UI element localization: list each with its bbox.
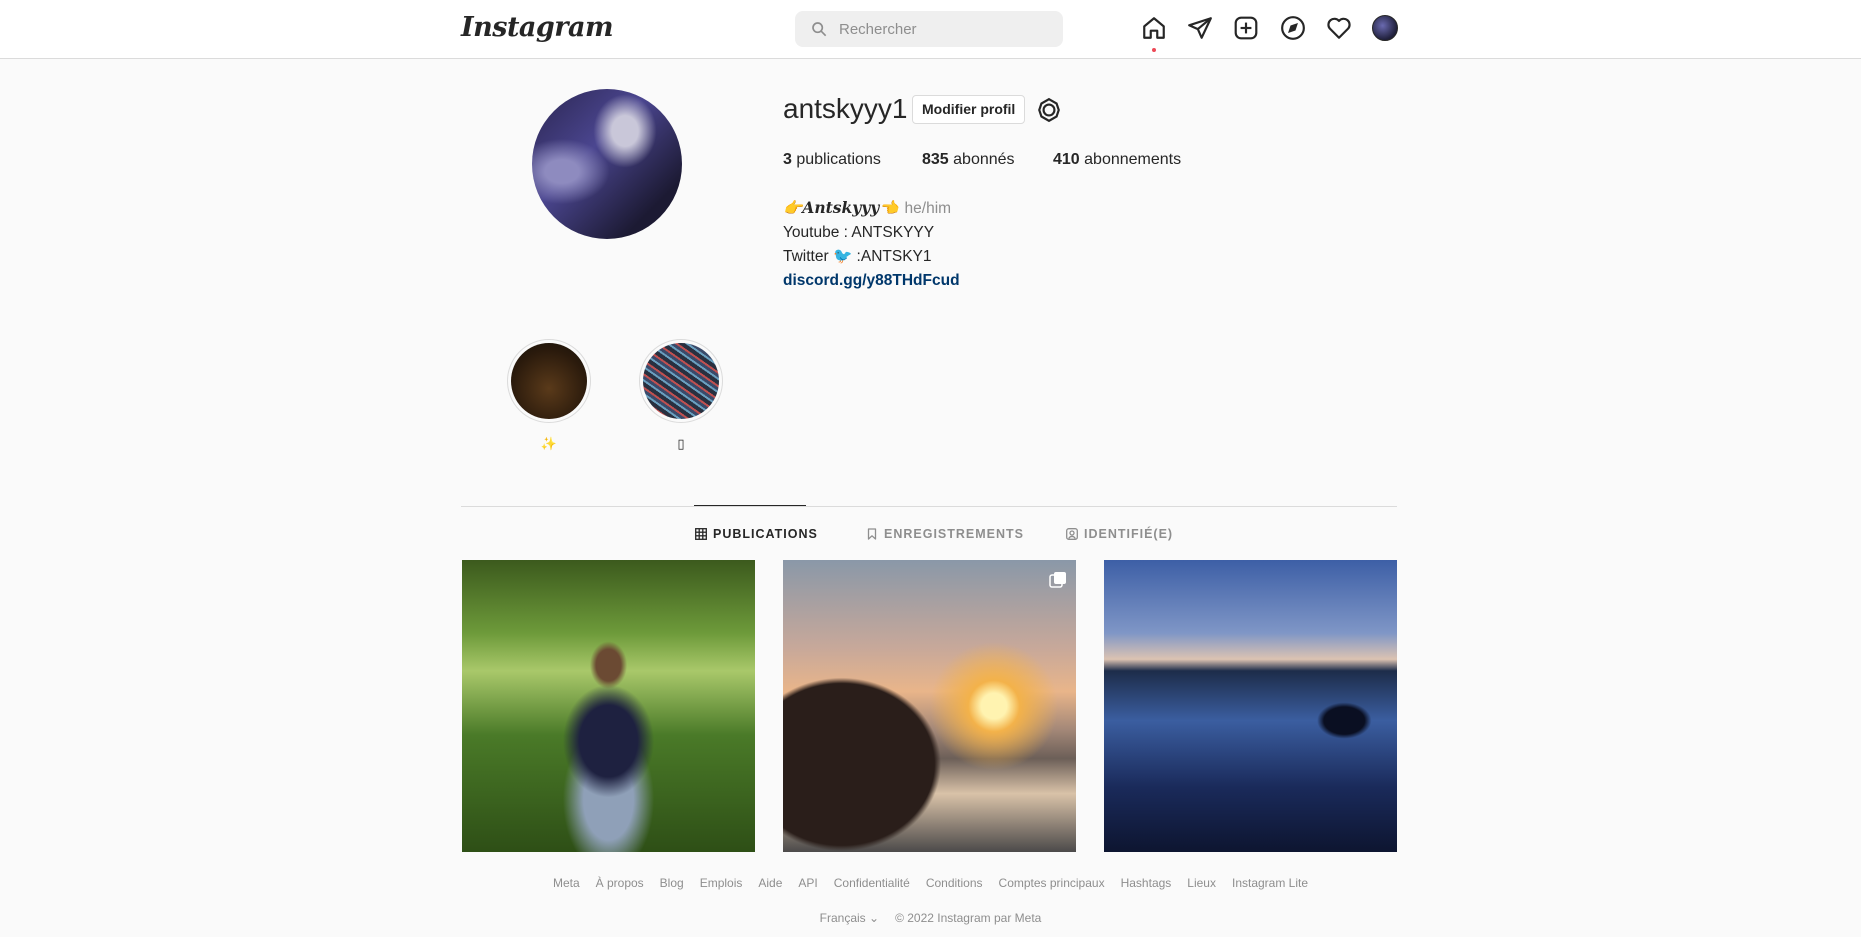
story-highlight[interactable]: ▯ bbox=[639, 339, 723, 452]
highlight-label: ▯ bbox=[677, 436, 685, 451]
followers-count-label: abonnés bbox=[948, 151, 1015, 168]
profile-bio: 👉𝑨𝒏𝒕𝒔𝒌𝒚𝒚𝒚👈 he/him Youtube : ANTSKYYY Twit… bbox=[783, 196, 960, 293]
footer-link[interactable]: À propos bbox=[596, 876, 644, 890]
footer-link[interactable]: Blog bbox=[660, 876, 684, 890]
highlight-ring bbox=[507, 339, 591, 423]
post-thumbnail[interactable] bbox=[783, 560, 1076, 852]
post-thumbnail[interactable] bbox=[462, 560, 755, 852]
grid-icon bbox=[695, 528, 707, 540]
posts-count: 3 publications bbox=[783, 151, 881, 169]
footer-link[interactable]: Hashtags bbox=[1121, 876, 1172, 890]
tab-saved[interactable]: ENREGISTREMENTS bbox=[866, 527, 1024, 541]
bio-name-row: 👉𝑨𝒏𝒕𝒔𝒌𝒚𝒚𝒚👈 he/him bbox=[783, 196, 960, 221]
carousel-icon bbox=[1049, 572, 1066, 588]
followers-link[interactable]: 835 abonnés bbox=[922, 151, 1015, 169]
direct-message-icon[interactable] bbox=[1187, 15, 1215, 43]
tab-saved-label: ENREGISTREMENTS bbox=[884, 527, 1025, 541]
following-count-value: 410 bbox=[1053, 151, 1080, 168]
bio-pronouns: he/him bbox=[904, 200, 952, 217]
new-post-icon[interactable] bbox=[1233, 15, 1261, 43]
home-icon[interactable] bbox=[1141, 15, 1169, 52]
search-input[interactable] bbox=[839, 20, 1039, 38]
bio-line-twitter: Twitter 🐦 :ANTSKY1 bbox=[783, 248, 932, 265]
footer-link[interactable]: Emplois bbox=[700, 876, 743, 890]
tab-tagged[interactable]: IDENTIFIÉ(E) bbox=[1066, 527, 1173, 541]
language-selector[interactable]: Français ⌄ bbox=[820, 911, 879, 925]
posts-count-label: publications bbox=[791, 151, 881, 168]
tab-publications-label: PUBLICATIONS bbox=[713, 527, 818, 541]
footer-link[interactable]: Instagram Lite bbox=[1232, 876, 1308, 890]
bio-display-name: 👉𝑨𝒏𝒕𝒔𝒌𝒚𝒚𝒚👈 bbox=[783, 198, 899, 217]
explore-icon[interactable] bbox=[1280, 15, 1308, 43]
profile-username: antskyyy1 bbox=[783, 93, 908, 124]
settings-gear-icon[interactable] bbox=[1036, 97, 1062, 123]
highlight-cover bbox=[511, 343, 587, 419]
following-link[interactable]: 410 abonnements bbox=[1053, 151, 1181, 169]
footer-link[interactable]: Aide bbox=[758, 876, 782, 890]
notification-dot bbox=[1152, 48, 1156, 52]
profile-avatar[interactable] bbox=[1372, 15, 1400, 43]
footer-link[interactable]: Meta bbox=[553, 876, 580, 890]
footer-link[interactable]: Lieux bbox=[1187, 876, 1216, 890]
tab-publications[interactable]: PUBLICATIONS bbox=[695, 527, 818, 541]
following-count-label: abonnements bbox=[1079, 151, 1182, 168]
story-highlight[interactable]: ✨ bbox=[507, 339, 591, 452]
posts-count-value: 3 bbox=[783, 151, 792, 168]
tab-tagged-label: IDENTIFIÉ(E) bbox=[1084, 527, 1174, 541]
chevron-down-icon: ⌄ bbox=[869, 911, 880, 925]
edit-profile-button[interactable]: Modifier profil bbox=[912, 95, 1026, 124]
footer-link[interactable]: Comptes principaux bbox=[999, 876, 1105, 890]
profile-picture[interactable] bbox=[532, 89, 682, 239]
search-box[interactable] bbox=[795, 11, 1063, 47]
bio-line-youtube: Youtube : ANTSKYYY bbox=[783, 224, 935, 241]
top-navigation-bar: Instagram bbox=[0, 0, 1861, 59]
copyright: © 2022 Instagram par Meta bbox=[895, 911, 1042, 925]
footer-bottom: Français ⌄ © 2022 Instagram par Meta bbox=[0, 911, 1861, 925]
highlight-ring bbox=[639, 339, 723, 423]
footer-link[interactable]: API bbox=[798, 876, 817, 890]
post-thumbnail[interactable] bbox=[1104, 560, 1397, 852]
active-tab-indicator bbox=[694, 505, 806, 506]
search-icon bbox=[812, 22, 827, 37]
tagged-person-icon bbox=[1066, 528, 1078, 540]
footer-links: Meta À propos Blog Emplois Aide API Conf… bbox=[0, 876, 1861, 890]
tabs-divider bbox=[461, 506, 1397, 507]
language-label: Français bbox=[819, 911, 866, 925]
footer-link[interactable]: Conditions bbox=[926, 876, 983, 890]
bookmark-icon bbox=[867, 528, 877, 540]
activity-heart-icon[interactable] bbox=[1326, 15, 1354, 43]
highlight-cover bbox=[643, 343, 719, 419]
bio-external-link[interactable]: discord.gg/y88THdFcud bbox=[783, 269, 960, 293]
highlight-label: ✨ bbox=[540, 436, 558, 451]
followers-count-value: 835 bbox=[922, 151, 949, 168]
footer-link[interactable]: Confidentialité bbox=[834, 876, 910, 890]
instagram-logo[interactable]: Instagram bbox=[461, 12, 614, 43]
